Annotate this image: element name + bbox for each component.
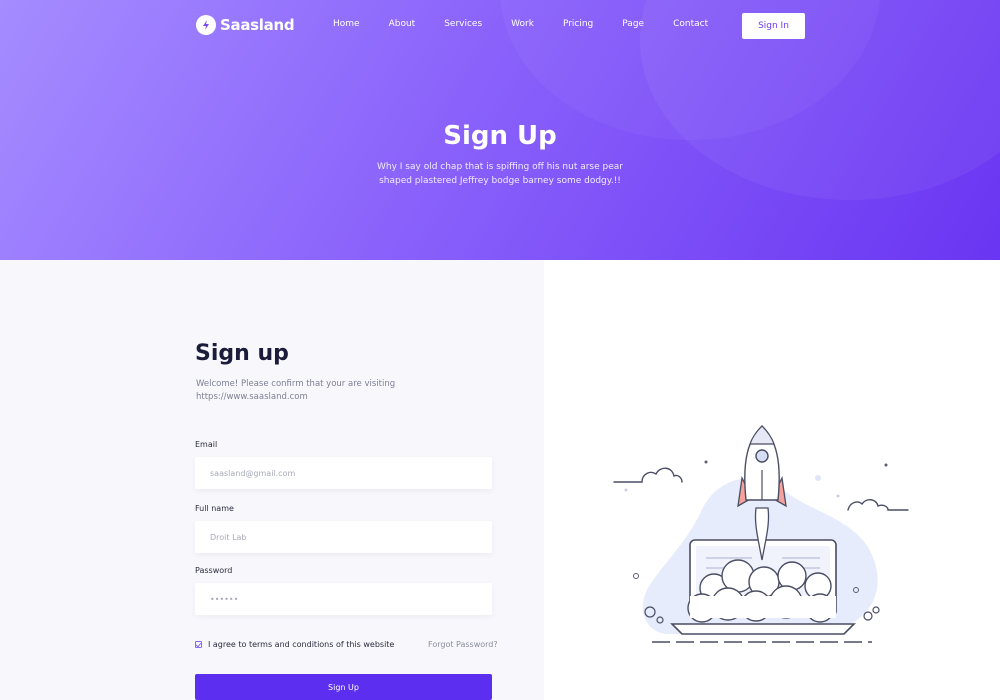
sparkle-dot xyxy=(704,460,708,464)
sparkle-dot xyxy=(836,494,840,498)
hero-banner: Saasland Home About Services Work Pricin… xyxy=(0,0,1000,260)
sparkle-dot xyxy=(633,573,639,579)
terms-label: I agree to terms and conditions of this … xyxy=(208,640,395,649)
sparkle-dot xyxy=(624,488,628,492)
terms-checkbox[interactable] xyxy=(195,641,202,648)
sparkle-dot xyxy=(815,475,821,481)
nav-item-work[interactable]: Work xyxy=(511,19,534,29)
form-subtitle: Welcome! Please confirm that your are vi… xyxy=(196,379,396,402)
sparkle-dot xyxy=(884,463,888,467)
cloud-icon xyxy=(613,467,683,483)
email-field[interactable] xyxy=(195,457,492,489)
bubble xyxy=(872,606,880,614)
smoke-fill xyxy=(690,596,836,618)
sign-up-button[interactable]: Sign Up xyxy=(195,674,492,700)
fullname-label: Full name xyxy=(195,504,234,513)
laptop-base xyxy=(670,623,856,635)
nav-item-pricing[interactable]: Pricing xyxy=(563,19,593,29)
password-field[interactable] xyxy=(195,583,492,615)
form-title: Sign up xyxy=(195,341,289,366)
nav-item-home[interactable]: Home xyxy=(333,19,360,29)
terms-agreement[interactable]: I agree to terms and conditions of this … xyxy=(195,640,394,649)
nav-item-contact[interactable]: Contact xyxy=(673,19,708,29)
fullname-field[interactable] xyxy=(195,521,492,553)
nav-item-page[interactable]: Page xyxy=(622,19,644,29)
sign-in-button[interactable]: Sign In xyxy=(742,13,805,39)
top-navigation: Saasland Home About Services Work Pricin… xyxy=(0,0,1000,52)
nav-item-services[interactable]: Services xyxy=(444,19,482,29)
page-subtitle: Why I say old chap that is spiffing off … xyxy=(377,162,623,186)
page-title: Sign Up xyxy=(443,121,557,151)
brand-logo[interactable]: Saasland xyxy=(196,15,295,35)
forgot-password-link[interactable]: Forgot Password? xyxy=(428,640,498,649)
brand-name: Saasland xyxy=(220,16,295,34)
main-menu: Home About Services Work Pricing Page Co… xyxy=(333,19,737,29)
cloud-icon xyxy=(847,499,909,511)
nav-item-about[interactable]: About xyxy=(389,19,416,29)
password-label: Password xyxy=(195,566,233,575)
bubble xyxy=(863,611,873,621)
lightning-bolt-icon xyxy=(196,15,216,35)
email-label: Email xyxy=(195,440,218,449)
rocket-icon xyxy=(737,425,787,508)
rocket-launch-laptop-illustration xyxy=(613,425,909,643)
